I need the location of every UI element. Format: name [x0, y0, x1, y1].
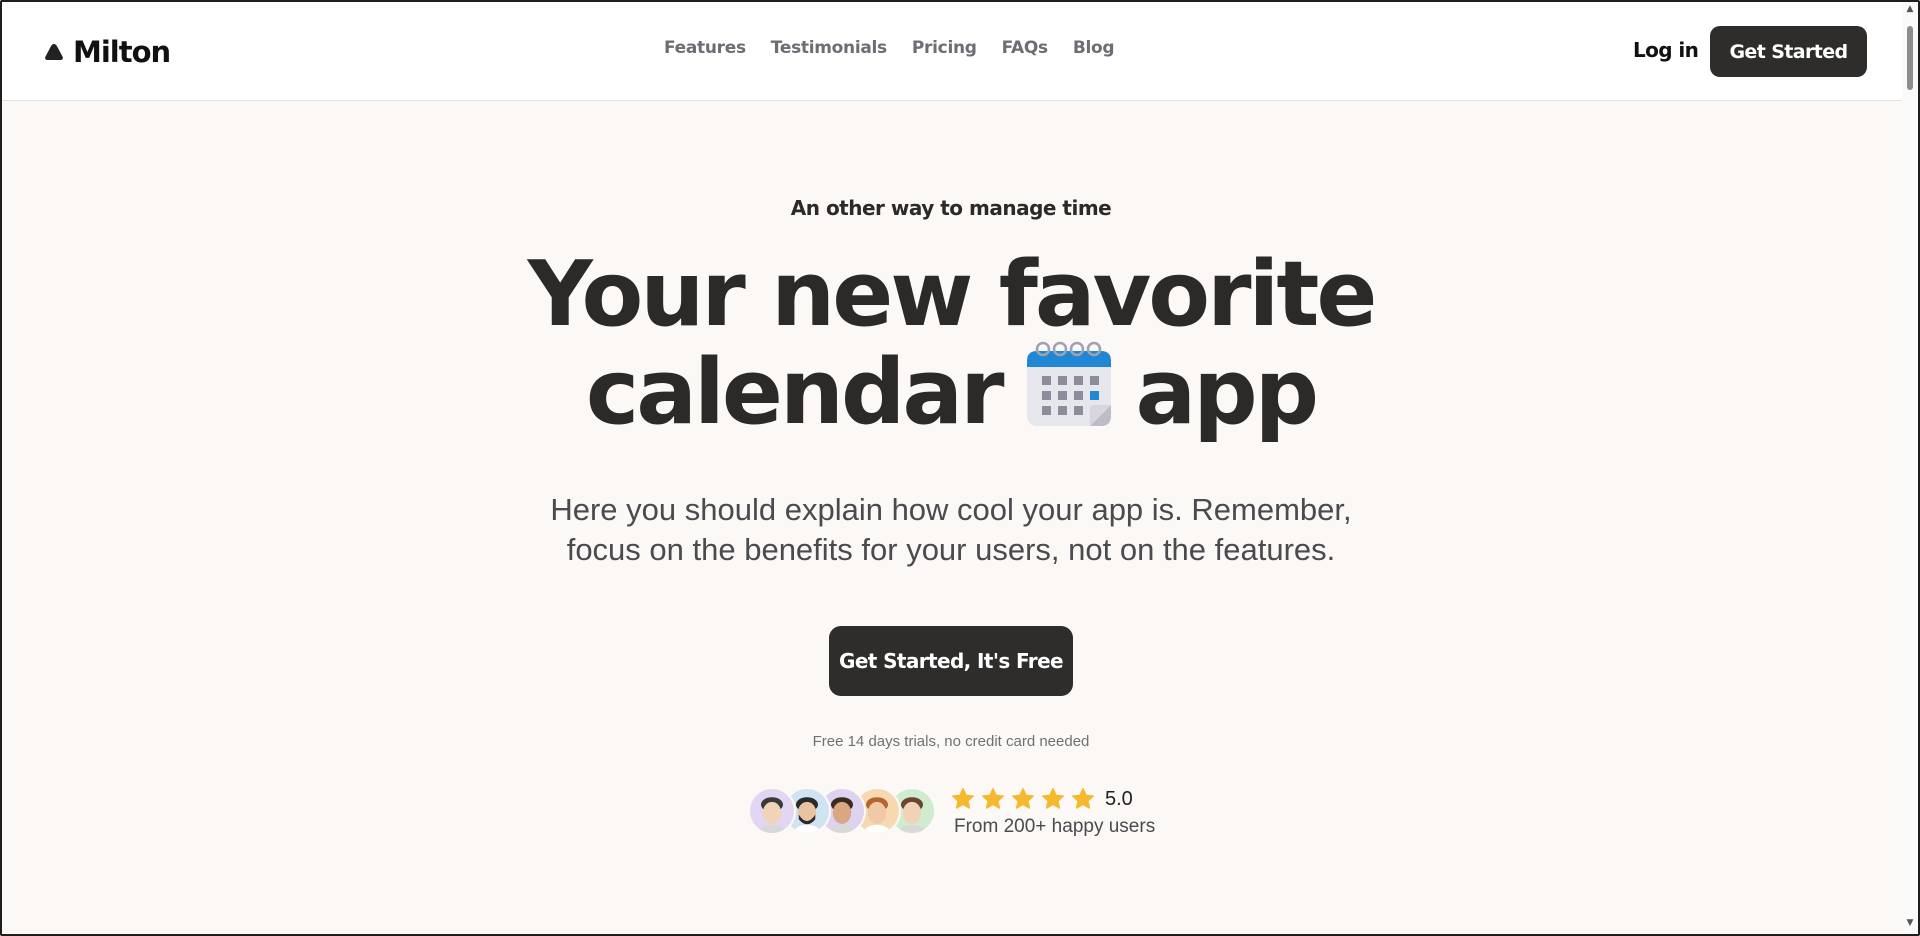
rating-value: 5.0 — [1105, 787, 1133, 810]
login-link[interactable]: Log in — [1633, 38, 1699, 62]
logo[interactable]: Milton — [44, 32, 171, 72]
trial-note: Free 14 days trials, no credit card need… — [812, 733, 1090, 750]
scroll-up-arrow-icon[interactable]: ▲ — [1905, 4, 1915, 14]
star-icon — [1072, 788, 1094, 809]
hero-headline: Your new favorite calendar app — [0, 242, 1902, 438]
nav-faqs[interactable]: FAQs — [1002, 38, 1049, 58]
get-started-button[interactable]: Get Started — [1710, 26, 1867, 77]
avatar — [748, 787, 796, 835]
site-header: Milton Features Testimonials Pricing FAQ… — [0, 0, 1902, 101]
main-nav: Features Testimonials Pricing FAQs Blog — [664, 38, 1115, 58]
nav-features[interactable]: Features — [664, 38, 746, 58]
nav-blog[interactable]: Blog — [1073, 38, 1115, 58]
headline-line-1: Your new favorite — [527, 242, 1378, 347]
user-avatars — [748, 787, 938, 835]
nav-testimonials[interactable]: Testimonials — [771, 38, 887, 58]
star-icon — [1042, 788, 1064, 809]
hero-section: An other way to manage time Your new fav… — [0, 101, 1902, 934]
star-icon — [952, 788, 974, 809]
nav-pricing[interactable]: Pricing — [912, 38, 977, 58]
hero-eyebrow: An other way to manage time — [790, 196, 1112, 220]
page-scrollbar[interactable]: ▲ ▼ — [1902, 2, 1918, 934]
logo-mark-icon — [45, 44, 63, 60]
headline-word-app: app — [1135, 340, 1320, 445]
calendar-icon — [1026, 341, 1111, 426]
rating-stars: 5.0 — [951, 787, 1133, 811]
happy-users-label: From 200+ happy users — [954, 816, 1156, 837]
star-icon — [982, 788, 1004, 809]
hero-get-started-button[interactable]: Get Started, It's Free — [829, 626, 1073, 696]
star-icon — [1012, 788, 1034, 809]
brand-name: Milton — [73, 35, 171, 69]
headline-word-calendar: calendar — [585, 340, 1005, 445]
headline-line-2: calendar app — [0, 339, 1902, 438]
hero-subtext: Here you should explain how cool your ap… — [550, 492, 1352, 567]
scroll-thumb[interactable] — [1907, 26, 1913, 90]
scroll-down-arrow-icon[interactable]: ▼ — [1905, 918, 1915, 928]
